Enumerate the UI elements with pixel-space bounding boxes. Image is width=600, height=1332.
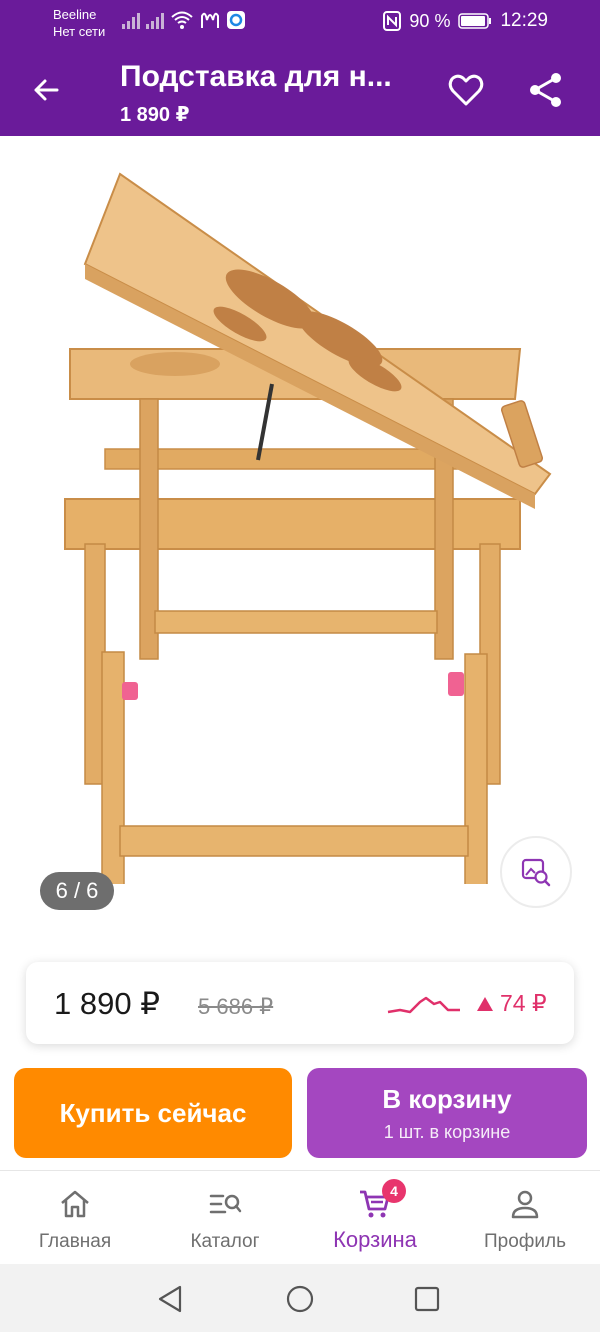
product-gallery[interactable]: 6 / 6 [0,136,600,936]
status-right: 90 % 12:29 [383,10,548,32]
price-change-value: 74 ₽ [500,990,547,1016]
signal-icon [122,13,164,29]
nfc-icon [383,11,402,31]
clock: 12:29 [500,10,548,31]
price-card: 1 890 ₽ 5 686 ₽ 74 ₽ [26,962,574,1044]
heart-icon [448,74,484,106]
current-price: 1 890 ₽ [54,986,160,1021]
nav-home-label: Главная [38,1231,112,1252]
arrow-left-icon [34,79,59,101]
visual-search-button[interactable] [500,836,572,908]
status-icons [120,10,246,30]
page-title: Подставка для н... [120,60,392,93]
price-history-chart-icon[interactable] [386,990,462,1020]
add-to-cart-button[interactable]: В корзину 1 шт. в корзине [307,1068,587,1158]
system-back-icon[interactable] [154,1282,188,1316]
user-icon [511,1190,539,1219]
nav-catalog-label: Каталог [190,1231,260,1252]
in-cart-count: 1 шт. в корзине [383,1122,511,1142]
nav-profile-label: Профиль [483,1231,567,1252]
back-button[interactable] [26,70,66,110]
share-icon [530,73,561,107]
system-home-icon[interactable] [283,1282,317,1316]
status-bar: Beeline Нет сети 90 % 12:29 [0,0,600,44]
system-navigation-bar [0,1264,600,1332]
price-change: 74 ₽ [476,990,547,1017]
old-price: 5 686 ₽ [198,994,274,1019]
nav-profile[interactable]: Профиль [450,1171,600,1265]
nav-cart-label: Корзина [333,1227,417,1252]
bottom-navigation: Главная Каталог 4 Корзина Профиль [0,1170,600,1264]
product-header: Подставка для н... 1 890 ₽ [0,44,600,136]
wifi-icon [171,11,193,29]
nav-home[interactable]: Главная [0,1171,150,1265]
nav-cart[interactable]: 4 Корзина [300,1171,450,1265]
carrier-name: Beeline [53,7,97,22]
share-button[interactable] [526,70,566,110]
mcdonalds-icon [201,12,219,28]
app-icon [227,11,245,29]
product-image [64,172,552,884]
catalog-search-icon [209,1194,242,1214]
nav-catalog[interactable]: Каталог [150,1171,300,1265]
network-status: Нет сети [53,24,106,39]
battery-percent: 90 % [409,10,451,31]
buy-now-button[interactable]: Купить сейчас [14,1068,292,1158]
image-search-icon [521,858,551,887]
system-recents-icon[interactable] [410,1282,444,1316]
favorite-button[interactable] [446,70,486,110]
triangle-up-icon [477,996,493,1011]
home-icon [61,1190,89,1218]
carrier-info: Beeline Нет сети [53,6,105,40]
cart-badge: 4 [382,1179,406,1203]
add-to-cart-label: В корзину [382,1084,512,1114]
battery-icon [458,13,492,29]
header-price: 1 890 ₽ [120,104,190,126]
gallery-page-indicator: 6 / 6 [40,872,114,910]
